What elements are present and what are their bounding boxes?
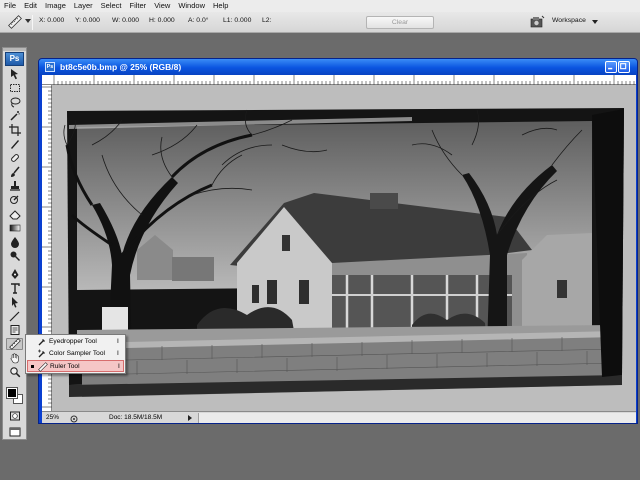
- horizontal-ruler[interactable]: [42, 75, 636, 85]
- bridge-icon[interactable]: [530, 15, 545, 29]
- screen-mode-icon[interactable]: [6, 426, 23, 438]
- menu-help[interactable]: Help: [209, 0, 232, 12]
- ruler-icon[interactable]: [8, 15, 22, 29]
- flyout-item-label: Ruler Tool: [50, 363, 80, 370]
- menu-filter[interactable]: Filter: [126, 0, 151, 12]
- document-title: bt8c5e0b.bmp @ 25% (RGB/8): [60, 62, 182, 72]
- marquee-tool-icon[interactable]: [6, 82, 23, 94]
- photo-house-scene: [63, 108, 624, 397]
- foreground-color-swatch[interactable]: [6, 387, 18, 399]
- notes-tool-icon[interactable]: [6, 324, 23, 336]
- h-readout: H: 0.000: [149, 17, 175, 24]
- clone-stamp-tool-icon[interactable]: [6, 180, 23, 192]
- menu-bar: File Edit Image Layer Select Filter View…: [0, 0, 640, 12]
- maximize-button[interactable]: [618, 61, 630, 73]
- flyout-item-label: Eyedropper Tool: [49, 338, 97, 345]
- dodge-tool-icon[interactable]: [6, 250, 23, 262]
- clear-button[interactable]: Clear: [366, 16, 434, 29]
- chevron-down-icon[interactable]: [592, 20, 598, 24]
- menu-image[interactable]: Image: [41, 0, 70, 12]
- flyout-item-shortcut: I: [117, 338, 119, 345]
- menu-select[interactable]: Select: [97, 0, 126, 12]
- l1-readout: L1: 0.000: [223, 17, 252, 24]
- status-bar: 25% Doc: 18.5M/18.5M: [42, 411, 636, 423]
- move-tool-icon[interactable]: [6, 68, 23, 80]
- minimize-icon: [608, 67, 613, 70]
- flyout-item-shortcut: I: [118, 363, 120, 370]
- options-bar: X: 0.000 Y: 0.000 W: 0.000 H: 0.000 A: 0…: [0, 12, 640, 33]
- lasso-tool-icon[interactable]: [6, 96, 23, 108]
- flyout-item-color-sampler[interactable]: Color Sampler Tool I: [27, 348, 124, 360]
- menu-edit[interactable]: Edit: [20, 0, 41, 12]
- eraser-tool-icon[interactable]: [6, 208, 23, 220]
- ruler-icon: [38, 362, 48, 372]
- tool-preset-arrow-icon[interactable]: [25, 19, 31, 23]
- document-title-bar[interactable]: Ps bt8c5e0b.bmp @ 25% (RGB/8): [39, 59, 637, 75]
- horizontal-scrollbar[interactable]: [198, 413, 636, 423]
- shape-tool-icon[interactable]: [6, 310, 23, 322]
- ruler-tool-button[interactable]: [6, 338, 23, 350]
- document-size-info: Doc: 18.5M/18.5M: [109, 414, 163, 421]
- y-readout: Y: 0.000: [75, 17, 100, 24]
- document-icon: Ps: [45, 62, 55, 72]
- x-readout: X: 0.000: [39, 17, 65, 24]
- flyout-item-eyedropper[interactable]: Eyedropper Tool I: [27, 336, 124, 348]
- magic-wand-tool-icon[interactable]: [6, 110, 23, 122]
- workspace-menu[interactable]: Workspace: [552, 17, 586, 24]
- healing-brush-tool-icon[interactable]: [6, 152, 23, 164]
- horizontal-ruler-ticks: [53, 75, 635, 85]
- ruler-icon: [8, 338, 21, 350]
- menu-layer[interactable]: Layer: [70, 0, 97, 12]
- w-readout: W: 0.000: [112, 17, 140, 24]
- crop-tool-icon[interactable]: [6, 124, 23, 136]
- history-brush-tool-icon[interactable]: [6, 194, 23, 206]
- quick-mask-icon[interactable]: [6, 410, 23, 422]
- pen-tool-icon[interactable]: [6, 268, 23, 280]
- document-window: Ps bt8c5e0b.bmp @ 25% (RGB/8) 25% Doc: 1…: [38, 58, 638, 424]
- type-tool-icon[interactable]: [6, 282, 23, 294]
- toolbox-grip[interactable]: [3, 48, 26, 51]
- flyout-item-shortcut: I: [117, 350, 119, 357]
- menu-window[interactable]: Window: [174, 0, 209, 12]
- blur-tool-icon[interactable]: [6, 236, 23, 248]
- angle-readout: A: 0.0°: [188, 17, 209, 24]
- toolbox: Ps: [2, 47, 27, 440]
- eyedropper-icon: [37, 337, 47, 347]
- minimize-button[interactable]: [605, 61, 617, 73]
- status-options-icon[interactable]: [70, 414, 78, 423]
- menu-view[interactable]: View: [150, 0, 174, 12]
- slice-tool-icon[interactable]: [6, 138, 23, 150]
- options-separator: [32, 15, 33, 30]
- flyout-item-label: Color Sampler Tool: [49, 350, 105, 357]
- maximize-icon: [620, 63, 627, 70]
- zoom-level[interactable]: 25%: [46, 414, 59, 421]
- brush-tool-icon[interactable]: [6, 166, 23, 178]
- path-selection-tool-icon[interactable]: [6, 296, 23, 308]
- tool-flyout-menu: Eyedropper Tool I Color Sampler Tool I R…: [25, 334, 126, 374]
- hand-tool-icon[interactable]: [6, 352, 23, 364]
- color-sampler-icon: [37, 349, 47, 359]
- status-menu-arrow-icon[interactable]: [188, 415, 192, 421]
- gradient-tool-icon[interactable]: [6, 222, 23, 234]
- zoom-tool-icon[interactable]: [6, 366, 23, 378]
- flyout-item-ruler[interactable]: Ruler Tool I: [27, 360, 124, 372]
- l2-readout: L2:: [262, 17, 272, 24]
- menu-file[interactable]: File: [0, 0, 20, 12]
- selected-bullet-icon: [31, 365, 34, 368]
- canvas[interactable]: [52, 85, 636, 411]
- photoshop-logo[interactable]: Ps: [5, 52, 24, 66]
